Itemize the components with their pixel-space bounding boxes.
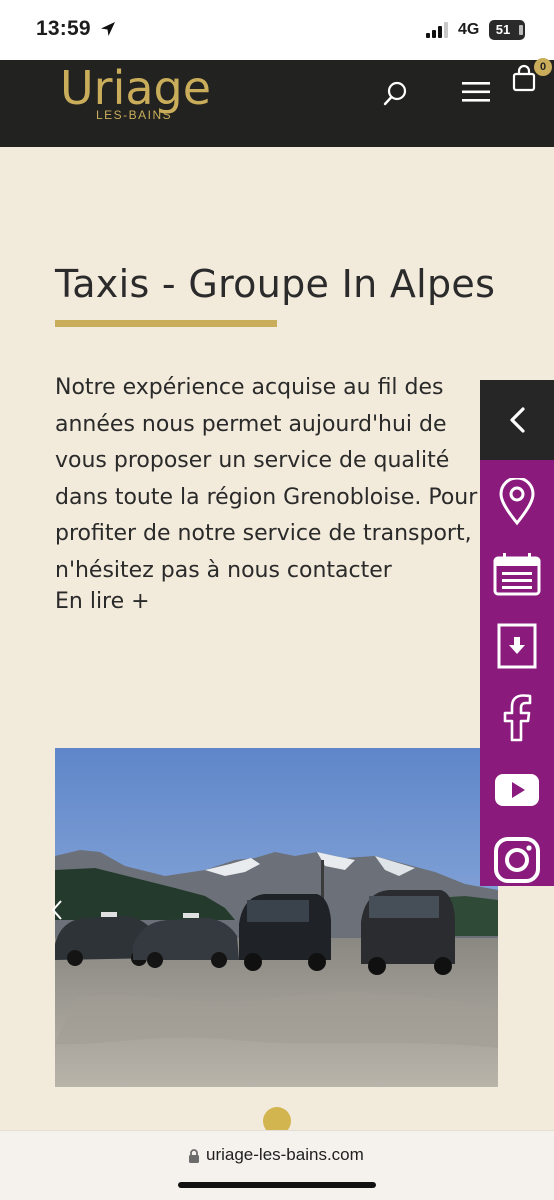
cart-count-badge: 0: [534, 58, 552, 76]
network-type: 4G: [458, 21, 480, 38]
van: [361, 890, 455, 975]
taxi-fleet-photo: [55, 748, 498, 1087]
lock-icon: [189, 1149, 199, 1163]
chevron-left-icon: [510, 407, 525, 433]
home-indicator: [178, 1182, 376, 1188]
side-item-facebook[interactable]: [480, 688, 554, 748]
battery-icon: 51: [489, 20, 525, 40]
intro-text: Notre expérience acquise au fil des anné…: [55, 370, 495, 589]
intro-line: n'hésitez pas à nous contacter: [55, 557, 392, 583]
download-icon: [497, 623, 537, 669]
carousel-prev-icon[interactable]: [50, 898, 64, 922]
page-title: Taxis - Groupe In Alpes: [55, 262, 496, 306]
status-time: 13:59: [36, 17, 91, 40]
van: [239, 894, 331, 971]
location-arrow-icon: [101, 22, 115, 36]
signal-icon: [426, 22, 448, 38]
logo-subtitle: LES-BAINS: [96, 108, 173, 122]
url-text[interactable]: uriage-les-bains.com: [206, 1145, 364, 1165]
side-item-youtube[interactable]: [480, 760, 554, 820]
status-bar: 13:59 4G 51: [0, 0, 554, 60]
location-pin-icon: [499, 478, 535, 526]
side-item-calendar[interactable]: [480, 544, 554, 604]
youtube-icon: [495, 774, 539, 806]
search-icon[interactable]: [380, 78, 410, 108]
intro-line: vous proposer un service de qualité: [55, 448, 450, 473]
browser-address-bar[interactable]: [0, 1130, 554, 1200]
side-item-instagram[interactable]: [480, 830, 554, 890]
title-underline: [55, 320, 277, 327]
intro-line: années nous permet aujourd'hui de: [55, 411, 447, 437]
battery-level: 51: [495, 22, 511, 37]
side-panel-toggle[interactable]: [480, 380, 554, 460]
calendar-icon: [493, 553, 541, 596]
intro-line: profiter de notre service de transport,: [55, 521, 472, 546]
side-item-location[interactable]: [480, 472, 554, 532]
side-links: [480, 460, 554, 886]
read-more-link[interactable]: En lire +: [55, 589, 150, 614]
side-item-download[interactable]: [480, 616, 554, 676]
intro-line: Notre expérience acquise au fil des: [55, 375, 444, 400]
intro-line: dans toute la région Grenobloise. Pour: [55, 484, 478, 510]
side-panel: [480, 380, 554, 886]
instagram-icon: [494, 837, 540, 883]
menu-icon[interactable]: [462, 80, 492, 104]
facebook-icon: [503, 694, 532, 742]
